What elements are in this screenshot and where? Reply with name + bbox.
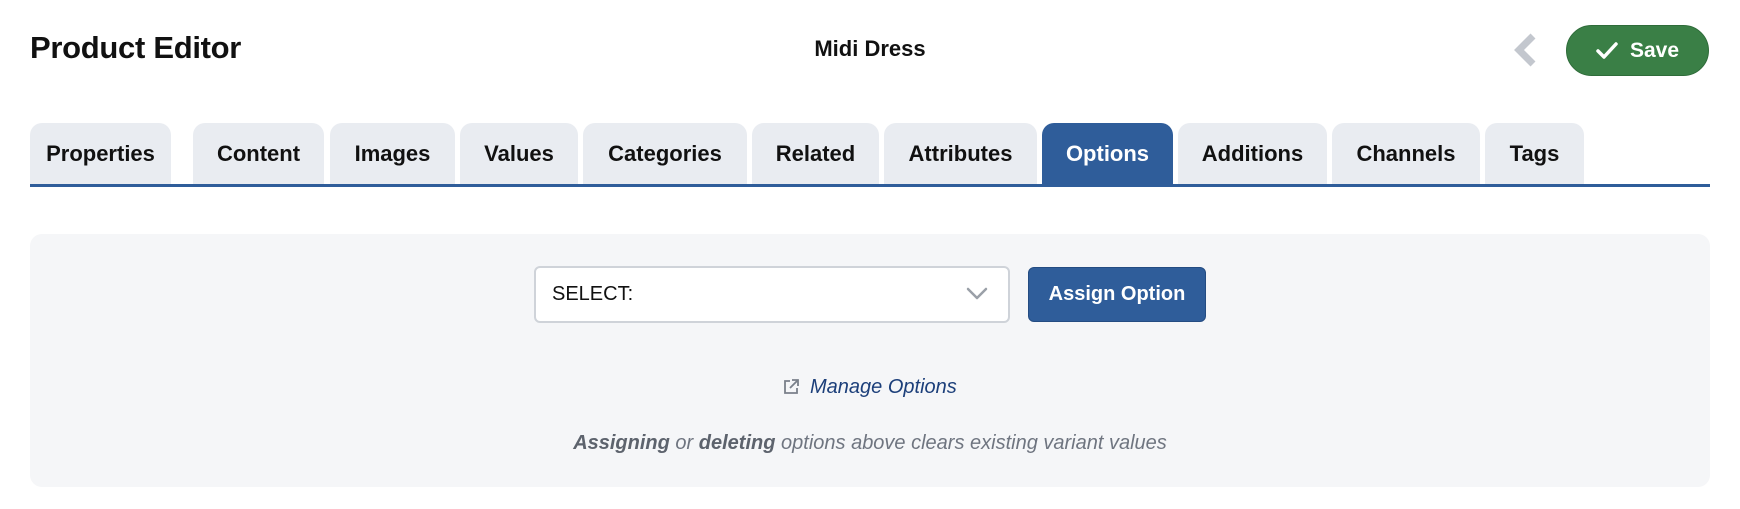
option-select-value: SELECT: — [552, 283, 634, 305]
note-rest: options above clears existing variant va… — [781, 432, 1167, 454]
chevron-down-icon — [966, 287, 988, 300]
option-select[interactable]: SELECT: — [534, 266, 1010, 323]
tab-values[interactable]: Values — [460, 123, 578, 184]
note-connector: or — [675, 432, 694, 454]
external-link-icon — [784, 379, 799, 394]
variant-warning-note: Assigning or deleting options above clea… — [30, 432, 1710, 455]
tab-additions[interactable]: Additions — [1178, 123, 1327, 184]
tab-tags[interactable]: Tags — [1485, 123, 1584, 184]
assign-option-button[interactable]: Assign Option — [1028, 267, 1206, 322]
product-editor-page: Product Editor Midi Dress Save Propertie… — [0, 0, 1740, 509]
tab-options[interactable]: Options — [1042, 123, 1173, 184]
tab-attributes[interactable]: Attributes — [884, 123, 1037, 184]
back-button[interactable] — [1508, 32, 1544, 68]
options-panel: SELECT: Assign Option Manage Options Ass… — [30, 234, 1710, 487]
chevron-left-icon — [1514, 33, 1536, 67]
product-name: Midi Dress — [814, 36, 926, 61]
tab-channels[interactable]: Channels — [1332, 123, 1480, 184]
tab-categories[interactable]: Categories — [583, 123, 747, 184]
header: Product Editor Midi Dress Save — [0, 0, 1740, 100]
tab-content[interactable]: Content — [193, 123, 324, 184]
note-deleting: deleting — [698, 432, 776, 454]
page-title: Product Editor — [30, 30, 242, 65]
save-button[interactable]: Save — [1566, 25, 1709, 76]
save-label: Save — [1629, 38, 1680, 62]
tab-properties[interactable]: Properties — [30, 123, 171, 184]
tab-related[interactable]: Related — [752, 123, 879, 184]
manage-options-label: Manage Options — [810, 375, 957, 398]
manage-options-link[interactable]: Manage Options — [782, 372, 957, 402]
tab-bar: Properties Content Images Values Categor… — [30, 123, 1710, 187]
tab-images[interactable]: Images — [330, 123, 455, 184]
note-assigning: Assigning — [573, 432, 670, 454]
check-icon — [1596, 41, 1618, 59]
